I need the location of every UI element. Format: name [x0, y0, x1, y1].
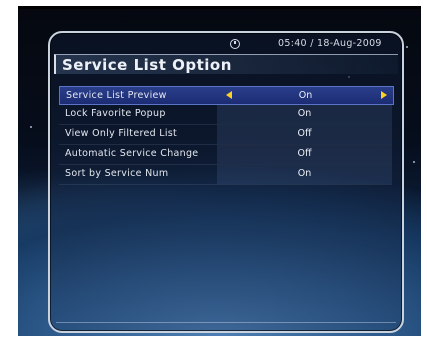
option-value-cell[interactable]: Off — [217, 125, 392, 144]
star — [30, 126, 32, 128]
option-label: Service List Preview — [66, 90, 167, 101]
option-value-cell[interactable]: On — [217, 165, 392, 184]
datetime-readout: 05:40 / 18-Aug-2009 — [278, 38, 382, 49]
option-value-cell[interactable]: On — [218, 87, 393, 104]
option-label: Automatic Service Change — [65, 148, 199, 159]
screen-top-edge — [18, 6, 421, 9]
panel-divider — [56, 322, 396, 323]
option-value: On — [297, 168, 312, 179]
option-value: Off — [297, 148, 312, 159]
option-label: Lock Favorite Popup — [65, 108, 166, 119]
options-menu: Service List Preview On Lock Favorite Po… — [59, 86, 394, 185]
clock-icon — [230, 39, 240, 49]
option-row-automatic-service-change[interactable]: Automatic Service Change Off — [59, 145, 392, 165]
status-bar: 05:40 / 18-Aug-2009 — [50, 37, 402, 53]
option-value: On — [297, 108, 312, 119]
option-label: View Only Filtered List — [65, 128, 178, 139]
arrow-right-icon[interactable] — [381, 91, 387, 99]
title-bar: Service List Option — [54, 54, 398, 74]
option-row-sort-by-service-num[interactable]: Sort by Service Num On — [59, 165, 392, 185]
option-row-service-list-preview[interactable]: Service List Preview On — [59, 86, 394, 105]
page-title: Service List Option — [62, 56, 232, 74]
tv-screen: 05:40 / 18-Aug-2009 Service List Option … — [18, 6, 421, 336]
star — [406, 46, 408, 48]
option-value-cell[interactable]: On — [217, 105, 392, 124]
option-value-cell[interactable]: Off — [217, 145, 392, 164]
option-row-lock-favorite-popup[interactable]: Lock Favorite Popup On — [59, 105, 392, 125]
service-list-option-panel: 05:40 / 18-Aug-2009 Service List Option … — [48, 31, 404, 333]
option-label: Sort by Service Num — [65, 168, 169, 179]
option-value: On — [298, 90, 313, 101]
star — [413, 161, 415, 163]
option-value: Off — [297, 128, 312, 139]
option-row-view-only-filtered-list[interactable]: View Only Filtered List Off — [59, 125, 392, 145]
